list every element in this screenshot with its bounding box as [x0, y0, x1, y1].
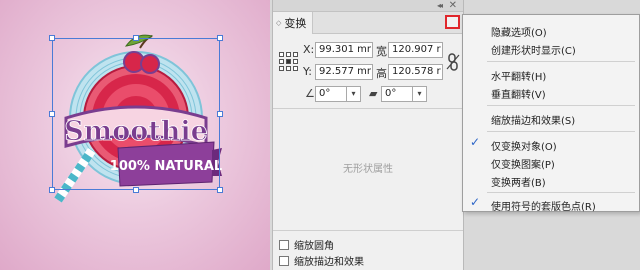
shear-value: 0°: [385, 88, 397, 99]
scale-strokes-option[interactable]: 缩放描边和效果: [279, 253, 364, 268]
y-field[interactable]: 92.577 mr: [315, 64, 373, 80]
x-label: X:: [303, 43, 315, 56]
menu-item-transform-both[interactable]: 变换两者(B): [491, 174, 546, 189]
menu-separator: [487, 131, 635, 132]
scale-corners-option[interactable]: 缩放圆角: [279, 237, 334, 252]
menu-separator: [487, 61, 635, 62]
menu-separator: [487, 192, 635, 193]
tab-transform-label: 变换: [284, 17, 307, 30]
tab-transform[interactable]: ◇ 变换: [273, 12, 313, 34]
panel-flyout-menu: 隐藏选项(O) 创建形状时显示(C) 水平翻转(H) 垂直翻转(V) 缩放描边和…: [462, 14, 640, 213]
selection-handle[interactable]: [133, 187, 139, 193]
shear-select[interactable]: 0° ▾: [381, 86, 427, 102]
constrain-proportions-icon[interactable]: [446, 52, 460, 72]
selection-bounding-box[interactable]: [52, 38, 220, 190]
panel-tab-row: ◇ 变换: [273, 12, 463, 34]
tab-arrows-icon: ◇: [276, 18, 282, 27]
artboard[interactable]: Smoothie 100% NATURAL: [0, 0, 270, 270]
selection-handle[interactable]: [49, 35, 55, 41]
x-field[interactable]: 99.301 mr: [315, 42, 373, 58]
selection-handle[interactable]: [217, 187, 223, 193]
menu-item-transform-object-only[interactable]: 仅变换对象(O): [491, 138, 557, 153]
scale-corners-label: 缩放圆角: [294, 241, 334, 252]
selection-handle[interactable]: [217, 111, 223, 117]
menu-item-show-on-shape-create[interactable]: 创建形状时显示(C): [491, 42, 576, 57]
shear-icon: ▰: [369, 87, 378, 100]
selection-handle[interactable]: [133, 35, 139, 41]
rotate-value: 0°: [319, 88, 331, 99]
selection-handle[interactable]: [217, 35, 223, 41]
panel-menu-button[interactable]: [445, 15, 460, 29]
panel-title-bar[interactable]: ◂◂ ✕: [273, 0, 463, 12]
height-field[interactable]: 120.578 r: [388, 64, 443, 80]
chevron-down-icon[interactable]: ▾: [346, 87, 360, 101]
scale-strokes-label: 缩放描边和效果: [294, 257, 364, 268]
rotate-icon: ∠: [305, 87, 315, 100]
reference-point-grid[interactable]: [279, 52, 299, 72]
menu-separator: [487, 105, 635, 106]
no-shape-properties-text: 无形状属性: [343, 164, 393, 175]
rotate-select[interactable]: 0° ▾: [315, 86, 361, 102]
width-field[interactable]: 120.907 r: [388, 42, 443, 58]
chevron-down-icon[interactable]: ▾: [412, 87, 426, 101]
selection-handle[interactable]: [49, 187, 55, 193]
scale-strokes-checkbox[interactable]: [279, 255, 289, 266]
check-icon: ✓: [470, 135, 481, 149]
menu-item-use-symbol-registration-point[interactable]: 使用符号的套版色点(R): [491, 198, 596, 213]
transform-panel: ◂◂ ✕ ◇ 变换 X: 99.301 mr 宽： 120.907 r Y: 9…: [272, 0, 464, 270]
check-icon: ✓: [470, 195, 481, 209]
panel-divider: [273, 230, 463, 231]
menu-item-flip-vertical[interactable]: 垂直翻转(V): [491, 86, 546, 101]
close-icon[interactable]: ✕: [449, 0, 457, 11]
selection-handle[interactable]: [49, 111, 55, 117]
menu-item-transform-pattern-only[interactable]: 仅变换图案(P): [491, 156, 555, 171]
menu-item-flip-horizontal[interactable]: 水平翻转(H): [491, 68, 546, 83]
menu-item-hide-options[interactable]: 隐藏选项(O): [491, 24, 547, 39]
collapse-icon[interactable]: ◂◂: [437, 1, 443, 11]
menu-gutter: [463, 15, 485, 211]
menu-item-scale-strokes-effects[interactable]: 缩放描边和效果(S): [491, 112, 575, 127]
scale-corners-checkbox[interactable]: [279, 239, 289, 250]
y-label: Y:: [303, 65, 312, 78]
panel-divider: [273, 108, 463, 109]
